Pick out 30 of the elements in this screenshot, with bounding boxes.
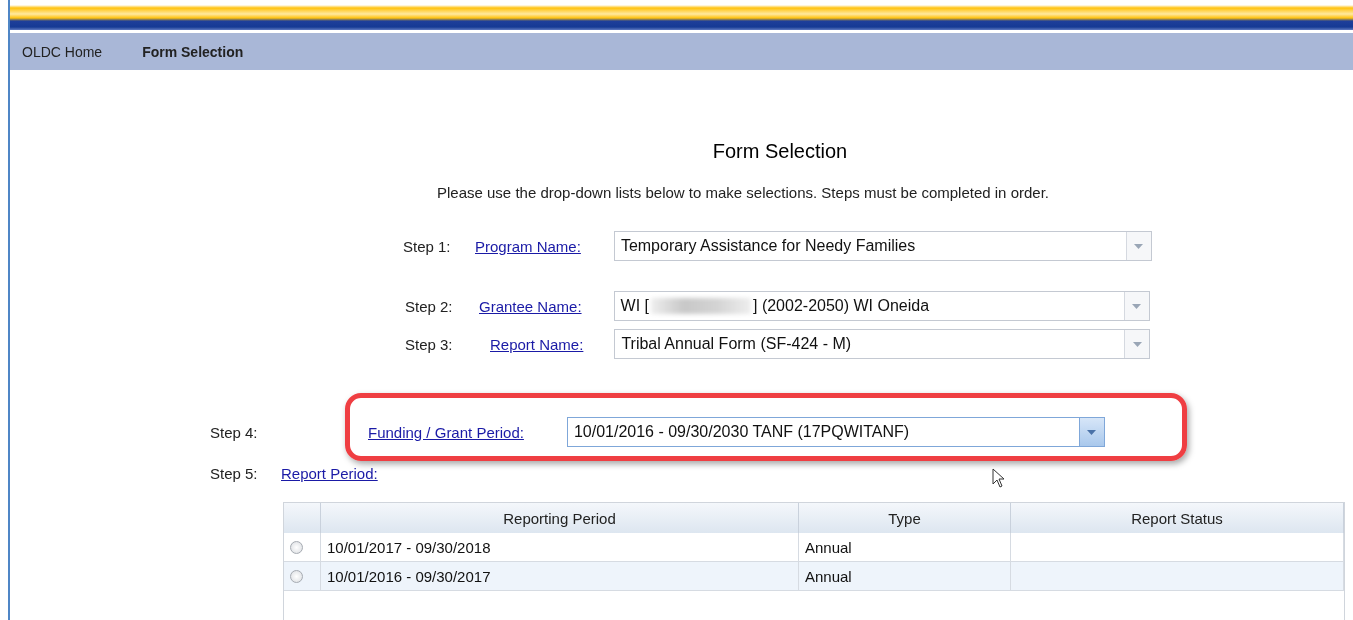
instructions: Please use the drop-down lists below to make selections. Steps must be completed in order. [437, 184, 1050, 201]
cursor-icon [992, 468, 1006, 488]
field-link[interactable]: Funding / Grant Period: [368, 423, 524, 441]
column-header[interactable]: Reporting Period [321, 503, 799, 533]
page-title: Form Selection [711, 140, 849, 163]
column-header[interactable]: Report Status [1011, 503, 1344, 533]
step-label: Step 1: [403, 237, 452, 255]
step-label: Step 2: [405, 297, 454, 315]
step-label: Step 5: [210, 465, 259, 482]
dropdown[interactable]: 10/01/2016 - 09/30/2030 TANF (17PQWITANF) [566, 417, 1105, 447]
field-link[interactable]: Report Period: [281, 465, 378, 482]
nav-item[interactable]: Form Selection [142, 43, 244, 60]
step-label: Step 3: [405, 335, 454, 353]
caret-icon [1132, 303, 1142, 309]
radio-button[interactable] [290, 569, 303, 583]
dropdown[interactable]: Temporary Assistance for Needy Families [613, 231, 1152, 261]
table-cell: 10/01/2016 - 09/30/2017 [321, 562, 799, 591]
caret-icon [1087, 429, 1097, 435]
caret-icon [1132, 341, 1142, 347]
radio-button[interactable] [290, 540, 303, 554]
step-label: Step 4: [210, 423, 259, 441]
dropdown[interactable]: WI [ ] (2002-2050) WI Oneida [613, 291, 1150, 321]
column-header[interactable]: Type [799, 503, 1011, 533]
field-link[interactable]: Report Name: [490, 335, 584, 353]
table-cell: Annual [799, 562, 1011, 591]
nav-item[interactable]: OLDC Home [22, 43, 103, 60]
caret-icon [1134, 243, 1144, 249]
field-link[interactable]: Program Name: [475, 237, 581, 255]
dropdown[interactable]: Tribal Annual Form (SF-424 - M) [614, 329, 1151, 359]
field-link[interactable]: Grantee Name: [479, 297, 582, 315]
